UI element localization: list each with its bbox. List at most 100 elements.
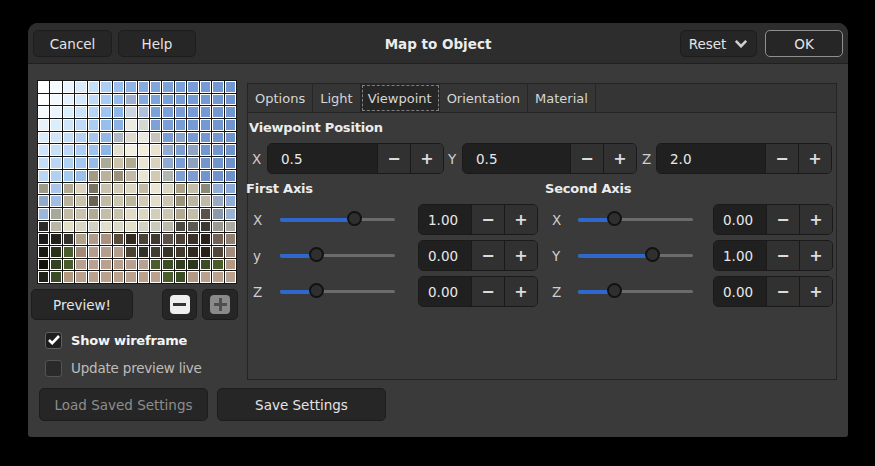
wireframe-cell <box>225 119 236 131</box>
wireframe-cell <box>100 195 111 207</box>
wireframe-cell <box>225 157 236 169</box>
wireframe-cell <box>200 208 211 220</box>
second-axis-z-increment-button[interactable]: + <box>799 277 832 306</box>
first-axis-y-slider[interactable] <box>280 240 395 271</box>
wireframe-cell <box>162 132 173 144</box>
slider-knob[interactable] <box>309 283 324 298</box>
viewpoint-y-input[interactable]: 0.5 <box>463 144 570 173</box>
viewpoint-x-input[interactable]: 0.5 <box>268 144 377 173</box>
first-axis-x-increment-button[interactable]: + <box>504 205 537 234</box>
wireframe-cell <box>88 106 99 118</box>
tab-viewpoint[interactable]: Viewpoint <box>361 84 440 112</box>
second-axis-y-increment-button[interactable]: + <box>799 241 832 270</box>
wireframe-cell <box>113 259 124 271</box>
zoom-out-icon <box>170 295 190 314</box>
wireframe-cell <box>150 144 161 156</box>
wireframe-cell <box>225 144 236 156</box>
viewpoint-y-label: Y <box>448 151 456 167</box>
first-axis-x-input[interactable]: 1.00 <box>419 205 471 234</box>
second-axis-y-input[interactable]: 1.00 <box>714 241 766 270</box>
slider-knob[interactable] <box>309 247 324 262</box>
wireframe-cell <box>50 132 61 144</box>
viewpoint-x-decrement-button[interactable]: − <box>377 144 410 173</box>
viewpoint-x-increment-button[interactable]: + <box>410 144 443 173</box>
wireframe-cell <box>150 170 161 182</box>
wireframe-cell <box>75 183 86 195</box>
second-axis-x-input[interactable]: 0.00 <box>714 205 766 234</box>
wireframe-cell <box>138 144 149 156</box>
first-axis-x-decrement-button[interactable]: − <box>471 205 504 234</box>
wireframe-cell <box>38 259 49 271</box>
first-axis-z-spinner: 0.00 − + <box>418 276 538 307</box>
wireframe-cell <box>187 221 198 233</box>
first-axis-x-label: X <box>253 212 262 228</box>
wireframe-cell <box>63 119 74 131</box>
load-saved-settings-button[interactable]: Load Saved Settings <box>39 388 208 421</box>
wireframe-cell <box>100 132 111 144</box>
viewpoint-z-decrement-button[interactable]: − <box>765 144 798 173</box>
wireframe-cell <box>50 259 61 271</box>
wireframe-cell <box>150 259 161 271</box>
show-wireframe-checkbox[interactable] <box>45 332 62 349</box>
second-axis-y-slider[interactable] <box>578 240 693 271</box>
wireframe-cell <box>212 157 223 169</box>
slider-knob[interactable] <box>347 211 362 226</box>
second-axis-z-decrement-button[interactable]: − <box>766 277 799 306</box>
wireframe-cell <box>88 132 99 144</box>
update-preview-live-checkbox[interactable] <box>45 360 62 377</box>
tab-options[interactable]: Options <box>248 84 313 112</box>
wireframe-cell <box>125 221 136 233</box>
wireframe-cell <box>113 157 124 169</box>
preview-button[interactable]: Preview! <box>31 289 133 320</box>
first-axis-y-input[interactable]: 0.00 <box>419 241 471 270</box>
zoom-out-button[interactable] <box>162 289 197 320</box>
first-axis-x-slider[interactable] <box>280 204 395 235</box>
viewpoint-z-input[interactable]: 2.0 <box>657 144 765 173</box>
wireframe-cell <box>150 221 161 233</box>
wireframe-cell <box>100 144 111 156</box>
wireframe-cell <box>200 233 211 245</box>
first-axis-z-increment-button[interactable]: + <box>504 277 537 306</box>
reset-button[interactable]: Reset <box>680 30 757 57</box>
second-axis-x-slider[interactable] <box>578 204 693 235</box>
wireframe-cell <box>138 208 149 220</box>
second-axis-x-decrement-button[interactable]: − <box>766 205 799 234</box>
slider-knob[interactable] <box>607 211 622 226</box>
wireframe-cell <box>187 259 198 271</box>
second-axis-x-increment-button[interactable]: + <box>799 205 832 234</box>
wireframe-cell <box>38 119 49 131</box>
second-axis-z-slider[interactable] <box>578 276 693 307</box>
viewpoint-y-increment-button[interactable]: + <box>603 144 636 173</box>
tab-orientation[interactable]: Orientation <box>440 84 528 112</box>
second-axis-y-decrement-button[interactable]: − <box>766 241 799 270</box>
zoom-in-button[interactable] <box>202 289 238 320</box>
wireframe-cell <box>225 221 236 233</box>
slider-knob[interactable] <box>645 247 660 262</box>
wireframe-cell <box>125 259 136 271</box>
wireframe-cell <box>138 195 149 207</box>
first-axis-z-decrement-button[interactable]: − <box>471 277 504 306</box>
first-axis-z-slider[interactable] <box>280 276 395 307</box>
chevron-down-icon <box>734 39 748 48</box>
viewpoint-position-title: Viewpoint Position <box>249 120 383 135</box>
wireframe-cell <box>50 170 61 182</box>
save-settings-button[interactable]: Save Settings <box>217 388 386 421</box>
first-axis-y-increment-button[interactable]: + <box>504 241 537 270</box>
wireframe-cell <box>50 271 61 283</box>
first-axis-z-input[interactable]: 0.00 <box>419 277 471 306</box>
first-axis-y-decrement-button[interactable]: − <box>471 241 504 270</box>
wireframe-cell <box>63 221 74 233</box>
tab-material[interactable]: Material <box>528 84 596 112</box>
wireframe-cell <box>88 221 99 233</box>
viewpoint-z-increment-button[interactable]: + <box>798 144 831 173</box>
wireframe-cell <box>113 94 124 106</box>
wireframe-cell <box>100 208 111 220</box>
slider-knob[interactable] <box>607 283 622 298</box>
second-axis-z-input[interactable]: 0.00 <box>714 277 766 306</box>
wireframe-cell <box>187 170 198 182</box>
tab-light[interactable]: Light <box>313 84 360 112</box>
second-axis-x-spinner: 0.00 − + <box>713 204 833 235</box>
ok-button[interactable]: OK <box>765 30 843 57</box>
viewpoint-y-decrement-button[interactable]: − <box>570 144 603 173</box>
wireframe-cell <box>88 119 99 131</box>
